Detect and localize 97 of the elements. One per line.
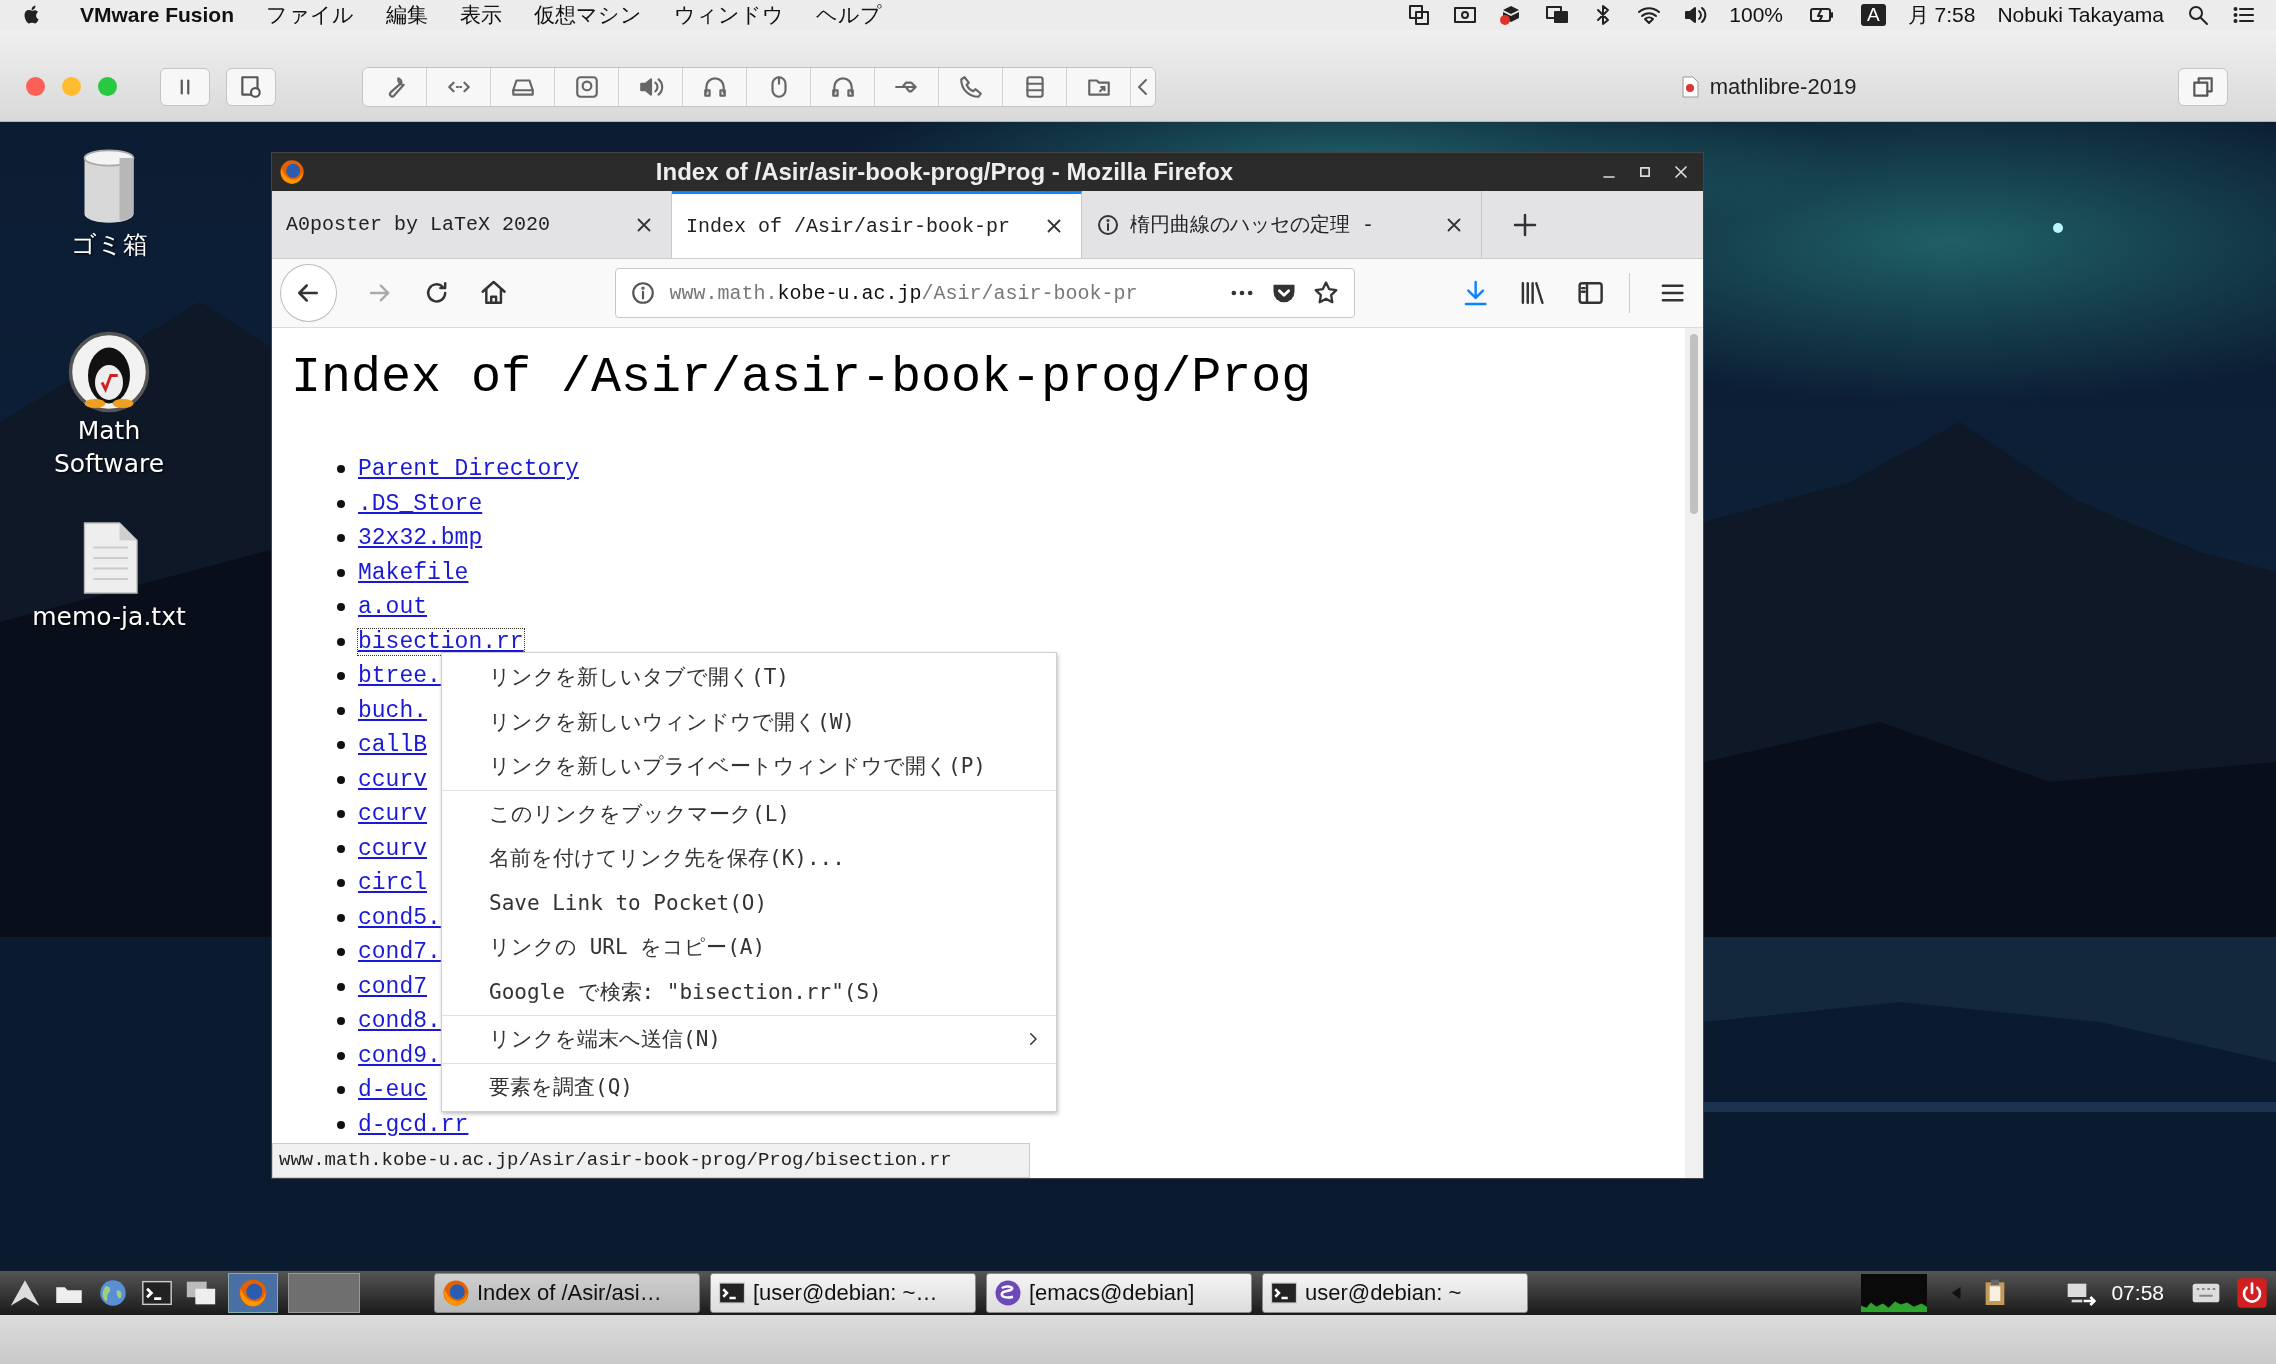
context-menu-item[interactable]: リンクの URL をコピー(A) <box>442 925 1056 970</box>
browser-launcher-button[interactable] <box>228 1273 278 1313</box>
back-button[interactable] <box>280 264 337 322</box>
vm-window-title: mathlibre-2019 <box>1709 73 1857 100</box>
snapshot-icon <box>238 73 264 100</box>
file-link[interactable]: Makefile <box>358 559 469 586</box>
list-bullet <box>337 1017 345 1026</box>
taskbar-button[interactable]: Index of /Asir/asi… <box>434 1273 700 1313</box>
file-link[interactable]: buch. <box>358 697 427 724</box>
file-link[interactable]: ccurv <box>358 835 427 862</box>
context-menu-item[interactable]: リンクを端末へ送信(N) <box>442 1017 1056 1062</box>
context-menu-item[interactable]: Google で検索: "bisection.rr"(S) <box>442 969 1056 1014</box>
context-menu-item[interactable]: このリンクをブックマーク(L) <box>442 791 1056 836</box>
file-link[interactable]: 32x32.bmp <box>358 525 483 552</box>
menu-bar-item[interactable]: ウィンドウ <box>674 1 785 29</box>
phone-icon[interactable] <box>957 73 984 100</box>
file-link[interactable]: ccurv <box>358 801 427 828</box>
list-bullet <box>337 637 345 646</box>
list-bullet <box>337 982 345 991</box>
file-link[interactable]: circl <box>358 870 427 897</box>
file-link[interactable]: bisection.rr <box>358 628 524 655</box>
context-menu-item[interactable]: Save Link to Pocket(O) <box>442 880 1056 925</box>
list-bullet <box>337 672 345 681</box>
page-heading: Index of /Asir/asir-book-prog/Prog <box>291 350 1312 406</box>
list-bullet <box>337 1120 345 1129</box>
list-bullet <box>337 844 345 853</box>
menu-bar-clock[interactable]: 月 7:58 <box>1907 1 1976 29</box>
desktop-icon-label[interactable]: ゴミ箱 <box>70 228 148 261</box>
emacs-icon <box>993 1278 1023 1308</box>
snapshot-button[interactable] <box>226 67 276 106</box>
info-icon <box>1096 212 1120 237</box>
list-bullet <box>337 775 345 784</box>
desktop-icon-label[interactable]: memo-ja.txt <box>32 600 186 633</box>
file-link[interactable]: cond7. <box>358 939 441 966</box>
context-menu-item[interactable]: リンクを新しいプライベートウィンドウで開く(P) <box>442 744 1056 789</box>
pause-button[interactable] <box>160 67 210 106</box>
file-link[interactable]: callB <box>358 732 427 759</box>
battery-percentage: 100% <box>1729 3 1784 27</box>
list-bullet <box>337 948 345 957</box>
window-title: Index of /Asir/asir-book-prog/Prog - Mozilla Firefox <box>654 158 1235 186</box>
list-bullet <box>337 465 345 474</box>
taskbar-button[interactable]: [emacs@debian] <box>986 1273 1252 1313</box>
browser-icon <box>278 158 306 186</box>
file-link[interactable]: cond5. <box>358 904 441 931</box>
menu-bar-app-name[interactable]: VMware Fusion <box>80 3 235 27</box>
window-mode-button[interactable] <box>2178 67 2228 106</box>
file-link[interactable]: .DS_Store <box>358 490 483 517</box>
input-source-indicator[interactable]: A <box>1861 4 1886 26</box>
browser-icon <box>441 1278 471 1308</box>
list-bullet <box>337 499 345 508</box>
desktop-icon-label[interactable]: Math Software <box>29 414 189 480</box>
menu-bar-item[interactable]: ファイル <box>266 1 355 29</box>
menu-bar-item[interactable]: 表示 <box>460 1 503 29</box>
context-menu-item[interactable]: 要素を調査(Q) <box>442 1064 1056 1109</box>
context-menu-item[interactable]: 名前を付けてリンク先を保存(K)... <box>442 836 1056 881</box>
context-menu-item[interactable]: リンクを新しいウィンドウで開く(W) <box>442 699 1056 744</box>
url-text[interactable]: www.math.kobe-u.ac.jp/Asir/asir-book-pr <box>669 281 1214 305</box>
user-name[interactable]: Nobuki Takayama <box>1997 3 2164 27</box>
file-link[interactable]: cond7 <box>358 973 427 1000</box>
file-link[interactable]: a.out <box>358 594 427 621</box>
menu-bar-item[interactable]: 仮想マシン <box>534 1 643 29</box>
list-bullet <box>337 913 345 922</box>
menu-bar-item[interactable]: ヘルプ <box>816 1 883 29</box>
file-link[interactable]: cond8. <box>358 1008 441 1035</box>
browser-tab[interactable]: Index of /Asir/asir-book-pr <box>672 191 1082 258</box>
list-bullet <box>337 534 345 543</box>
file-link[interactable]: d-euc <box>358 1077 427 1104</box>
browser-icon <box>237 1277 269 1309</box>
browser-tab[interactable]: 楕円曲線のハッセの定理 - <box>1082 191 1482 258</box>
taskbar-button[interactable]: user@debian: ~ <box>1262 1273 1528 1313</box>
file-link[interactable]: btree. <box>358 663 441 690</box>
list-bullet <box>337 603 345 612</box>
power-icon[interactable] <box>2236 1277 2268 1309</box>
list-bullet <box>337 1051 345 1060</box>
site-info-icon[interactable] <box>629 280 656 306</box>
file-link[interactable]: d-gcd.rr <box>358 1111 469 1138</box>
file-link[interactable]: ccurv <box>358 766 427 793</box>
menu-bar-item[interactable]: 編集 <box>386 1 429 29</box>
taskbar-clock: 07:58 <box>2111 1281 2164 1305</box>
status-bar-url: www.math.kobe-u.ac.jp/Asir/asir-book-prog/Prog/bisection.rr <box>272 1143 1030 1178</box>
file-link[interactable]: cond9. <box>358 1042 441 1069</box>
list-bullet <box>337 706 345 715</box>
screen-mirror-icon[interactable] <box>1407 3 1432 27</box>
list-bullet <box>337 879 345 888</box>
context-menu-item[interactable]: リンクを新しいタブで開く(T) <box>442 655 1056 700</box>
address-bar[interactable]: www.math.kobe-u.ac.jp/Asir/asir-book-pr <box>614 268 1355 318</box>
list-bullet <box>337 568 345 577</box>
desktop-switcher[interactable] <box>288 1273 360 1313</box>
list-bullet <box>337 741 345 750</box>
list-bullet <box>337 1086 345 1095</box>
cpu-graph <box>1861 1274 1928 1312</box>
penguin-app-icon[interactable] <box>67 330 151 414</box>
list-bullet <box>337 810 345 819</box>
scrollbar[interactable] <box>1685 328 1703 1178</box>
taskbar-button[interactable]: [user@debian: ~… <box>710 1273 976 1313</box>
search-icon[interactable] <box>2186 3 2210 27</box>
file-link[interactable]: Parent Directory <box>358 456 579 483</box>
